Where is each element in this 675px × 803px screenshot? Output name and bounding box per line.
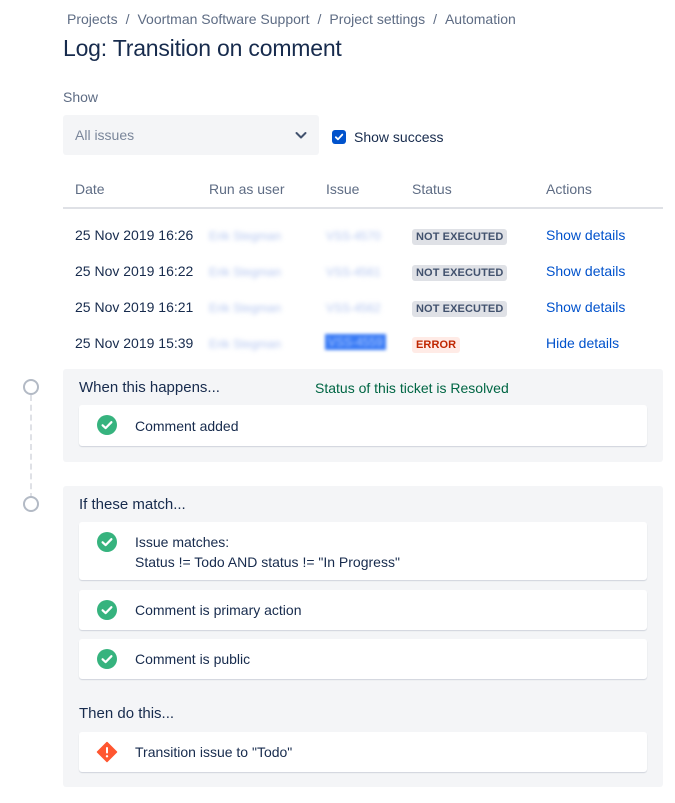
status-badge: NOT EXECUTED bbox=[412, 229, 508, 245]
timeline-connector bbox=[30, 395, 32, 499]
row-issue[interactable]: VSS-4562 bbox=[326, 301, 381, 315]
show-details-link[interactable]: Show details bbox=[546, 299, 625, 315]
row-user[interactable]: Erik Stegman bbox=[209, 337, 281, 351]
breadcrumb-automation[interactable]: Automation bbox=[445, 11, 516, 27]
check-circle-icon bbox=[97, 532, 117, 552]
check-circle-icon bbox=[97, 415, 117, 435]
actions-title: Then do this... bbox=[79, 705, 175, 722]
trigger-note: Status of this ticket is Resolved bbox=[315, 380, 509, 396]
action-card[interactable]: Transition issue to "Todo" bbox=[79, 732, 647, 772]
row-date: 25 Nov 2019 15:39 bbox=[75, 335, 194, 351]
column-header-status: Status bbox=[412, 181, 452, 197]
log-table-header: Date Run as user Issue Status Actions bbox=[63, 172, 663, 209]
issue-filter-select[interactable]: All issues bbox=[63, 115, 319, 155]
row-date: 25 Nov 2019 16:22 bbox=[75, 263, 194, 279]
page-title: Log: Transition on comment bbox=[63, 35, 342, 61]
checkmark-icon bbox=[334, 133, 344, 141]
timeline-dot bbox=[23, 496, 39, 512]
chevron-down-icon bbox=[295, 132, 307, 139]
breadcrumb-project-settings[interactable]: Project settings bbox=[329, 11, 425, 27]
row-issue[interactable]: VSS-4570 bbox=[326, 229, 381, 243]
trigger-panel: When this happens... Status of this tick… bbox=[63, 369, 663, 462]
breadcrumb-separator: / bbox=[433, 11, 437, 27]
row-date: 25 Nov 2019 16:21 bbox=[75, 299, 194, 315]
conditions-panel: If these match... Issue matches: Status … bbox=[63, 486, 663, 787]
check-circle-icon bbox=[97, 600, 117, 620]
condition-line: Issue matches: bbox=[135, 534, 230, 550]
show-success-checkbox[interactable] bbox=[332, 130, 346, 144]
row-user[interactable]: Erik Stegman bbox=[209, 265, 281, 279]
table-row: 25 Nov 2019 16:26 Erik Stegman VSS-4570 … bbox=[63, 218, 663, 254]
show-success-toggle[interactable]: Show success bbox=[332, 129, 443, 145]
status-badge: NOT EXECUTED bbox=[412, 301, 508, 317]
trigger-title: When this happens... bbox=[79, 379, 220, 396]
row-user[interactable]: Erik Stegman bbox=[209, 229, 281, 243]
table-row: 25 Nov 2019 16:21 Erik Stegman VSS-4562 … bbox=[63, 290, 663, 326]
condition-card[interactable]: Issue matches: Status != Todo AND status… bbox=[79, 522, 647, 580]
show-success-label: Show success bbox=[354, 129, 444, 145]
condition-line: Status != Todo AND status != "In Progres… bbox=[135, 554, 400, 570]
breadcrumb-separator: / bbox=[125, 11, 130, 27]
condition-text: Comment is primary action bbox=[135, 602, 302, 618]
condition-text: Comment is public bbox=[135, 651, 251, 667]
column-header-run-as-user: Run as user bbox=[209, 181, 285, 197]
show-label: Show bbox=[63, 89, 99, 105]
error-diamond-icon bbox=[96, 741, 118, 763]
table-row: 25 Nov 2019 15:39 Erik Stegman VSS-4559 … bbox=[63, 326, 663, 362]
row-date: 25 Nov 2019 16:26 bbox=[75, 227, 194, 243]
breadcrumb-separator: / bbox=[317, 11, 322, 27]
check-circle-icon bbox=[97, 649, 117, 669]
hide-details-link[interactable]: Hide details bbox=[546, 335, 619, 351]
issue-filter-value: All issues bbox=[75, 127, 135, 143]
trigger-card[interactable]: Comment added bbox=[79, 405, 647, 446]
action-text: Transition issue to "Todo" bbox=[135, 744, 293, 760]
condition-card[interactable]: Comment is primary action bbox=[79, 590, 647, 630]
show-details-link[interactable]: Show details bbox=[546, 263, 625, 279]
condition-text: Issue matches: Status != Todo AND status… bbox=[135, 532, 400, 572]
column-header-actions: Actions bbox=[546, 181, 592, 197]
row-user[interactable]: Erik Stegman bbox=[209, 301, 281, 315]
status-badge: ERROR bbox=[412, 337, 461, 353]
column-header-issue: Issue bbox=[326, 181, 360, 197]
breadcrumb: Projects / Voortman Software Support / Proje… bbox=[67, 11, 516, 27]
row-issue[interactable]: VSS-4559 bbox=[325, 334, 386, 350]
condition-card[interactable]: Comment is public bbox=[79, 639, 647, 679]
show-details-link[interactable]: Show details bbox=[546, 227, 625, 243]
timeline-dot bbox=[23, 379, 39, 395]
row-issue[interactable]: VSS-4561 bbox=[326, 265, 381, 279]
trigger-text: Comment added bbox=[135, 418, 239, 434]
conditions-title: If these match... bbox=[79, 496, 186, 513]
column-header-date: Date bbox=[75, 181, 105, 197]
breadcrumb-project[interactable]: Voortman Software Support bbox=[137, 11, 309, 27]
table-row: 25 Nov 2019 16:22 Erik Stegman VSS-4561 … bbox=[63, 254, 663, 290]
breadcrumb-projects[interactable]: Projects bbox=[67, 11, 118, 27]
status-badge: NOT EXECUTED bbox=[412, 265, 508, 281]
